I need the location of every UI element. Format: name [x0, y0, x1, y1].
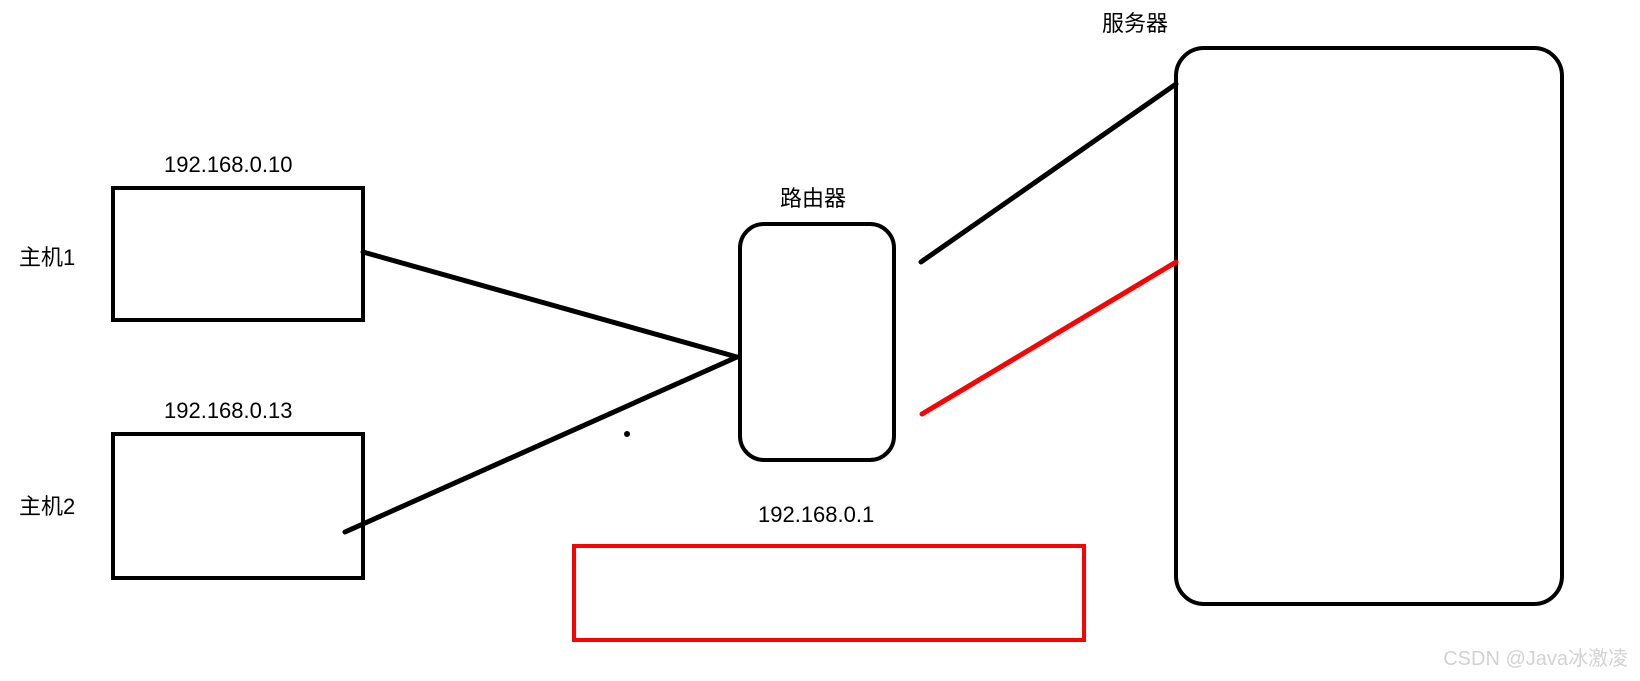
host2-ip: 192.168.0.13: [164, 398, 292, 424]
router-ip: 192.168.0.1: [758, 502, 874, 528]
red-rectangle: [574, 546, 1084, 640]
link-host1-router: [363, 252, 737, 357]
host1-box: [113, 188, 363, 320]
link-router-server-red: [922, 262, 1176, 414]
router-label: 路由器: [780, 181, 846, 213]
host1-label: 主机1: [19, 240, 75, 272]
server-label: 服务器: [1102, 6, 1168, 38]
link-router-server-black: [921, 84, 1176, 262]
watermark: CSDN @Java冰激凌: [1443, 642, 1628, 671]
stray-dot: [624, 431, 630, 437]
host1-ip: 192.168.0.10: [164, 152, 292, 178]
link-host2-router: [345, 357, 737, 532]
host2-label: 主机2: [19, 489, 75, 521]
diagram-canvas: [0, 0, 1640, 681]
router-box: [740, 224, 894, 460]
server-box: [1176, 48, 1562, 604]
host2-box: [113, 434, 363, 578]
